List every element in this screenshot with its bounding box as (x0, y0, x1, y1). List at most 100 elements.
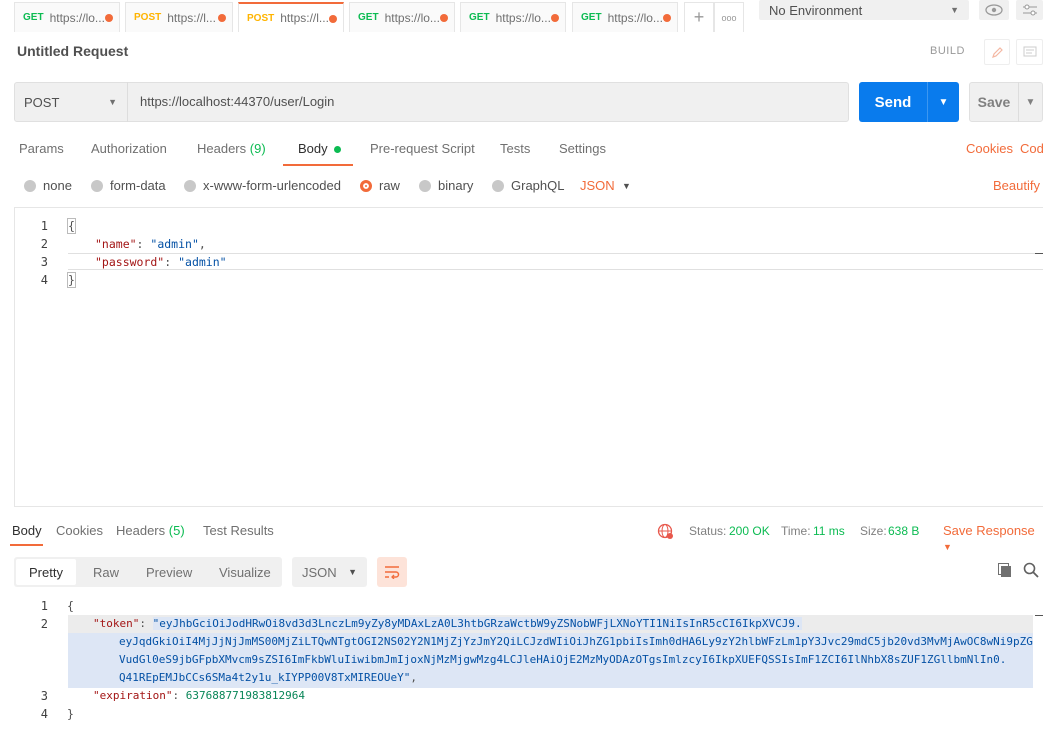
request-tab-3-active[interactable]: POST https://l... (238, 2, 344, 32)
code-line-1: { (67, 218, 76, 234)
chevron-down-icon[interactable]: ▼ (1019, 97, 1042, 108)
tab-headers[interactable]: Headers (9) (197, 141, 266, 156)
editor-scroll-marker (1035, 615, 1043, 616)
body-type-urlencoded[interactable]: x-www-form-urlencoded (184, 178, 341, 193)
wrap-lines-button[interactable] (377, 557, 407, 587)
resp-line-2-wrap1[interactable]: eyJqdGkiOiI4MjJjNjJmMS00MjZiLTQwNTgtOGI2… (119, 635, 1033, 648)
method-select[interactable]: POST ▼ (14, 82, 128, 122)
tab-overflow-button[interactable]: ooo (714, 2, 744, 32)
json-string: "admin" (178, 255, 227, 269)
tab-body[interactable]: Body (298, 141, 341, 156)
globe-icon[interactable] (657, 523, 674, 543)
code-line-2: "name": "admin", (95, 237, 206, 251)
radio-label: none (43, 178, 72, 193)
tab-headers-label: Headers (197, 141, 247, 156)
json-string[interactable]: "eyJhbGciOiJodHRwOi8vd3d3LnczLm9yZy8yMDA… (152, 617, 802, 630)
editor-scroll-marker (1035, 253, 1043, 254)
active-tab-indicator (283, 164, 353, 166)
tab-tests[interactable]: Tests (500, 141, 530, 156)
request-tab-6[interactable]: GET https://lo... (572, 2, 678, 32)
body-type-binary[interactable]: binary (419, 178, 473, 193)
tab-prerequest-script[interactable]: Pre-request Script (370, 141, 475, 156)
tab-url: https://l... (167, 10, 216, 25)
line-number: 2 (40, 617, 48, 631)
request-body-editor[interactable] (14, 207, 1043, 507)
build-mode-label[interactable]: BUILD (930, 45, 965, 57)
active-tab-indicator (10, 544, 43, 546)
response-format-select[interactable]: JSON ▼ (292, 557, 367, 587)
json-key: "expiration" (93, 689, 173, 702)
request-title[interactable]: Untitled Request (17, 43, 128, 59)
request-tab-1[interactable]: GET https://lo... (14, 2, 120, 32)
tab-body-label: Body (298, 141, 328, 156)
size-label: Size: (860, 524, 887, 538)
comments-button[interactable] (1016, 39, 1043, 65)
view-mode-raw[interactable]: Raw (93, 565, 119, 580)
resp-line-2-wrap3: Q41REpEMJbCCs6SMa4t2y1u_kIYPP00V8TxMIREO… (119, 671, 417, 684)
headers-count: (9) (249, 141, 266, 156)
chevron-down-icon: ▼ (943, 542, 952, 552)
send-button[interactable]: Send ▼ (859, 82, 959, 122)
view-mode-preview[interactable]: Preview (146, 565, 192, 580)
body-type-none[interactable]: none (24, 178, 72, 193)
radio-label: form-data (110, 178, 166, 193)
sliders-icon (1022, 4, 1037, 16)
close-brace: } (67, 707, 74, 721)
size-value[interactable]: 638 B (888, 524, 919, 538)
resp-line-2-wrap2[interactable]: VudGl0eS9jbGFpbXMvcm9sZSI6ImFkbWluIiwibm… (119, 653, 1006, 666)
edit-button[interactable] (984, 39, 1010, 65)
line-number: 1 (40, 599, 48, 613)
code-line-3: "password": "admin" (95, 255, 227, 269)
comma: , (410, 671, 418, 684)
chevron-down-icon[interactable]: ▼ (928, 97, 959, 108)
status-value[interactable]: 200 OK (729, 524, 770, 538)
line-number: 2 (40, 237, 48, 251)
view-mode-visualize[interactable]: Visualize (219, 565, 271, 580)
manage-environments-button[interactable] (1016, 0, 1043, 20)
tab-params[interactable]: Params (19, 141, 64, 156)
time-value[interactable]: 11 ms (813, 524, 845, 538)
request-tab-5[interactable]: GET https://lo... (460, 2, 566, 32)
save-response-button[interactable]: Save Response ▼ (943, 523, 1043, 553)
radio-selected-icon (360, 179, 372, 192)
view-mode-pretty[interactable]: Pretty (29, 565, 63, 580)
json-key: "password" (95, 255, 165, 269)
save-label: Save (977, 94, 1011, 110)
beautify-link[interactable]: Beautify (993, 178, 1040, 193)
cookies-link[interactable]: Cookies (966, 141, 1013, 156)
colon: : (164, 255, 179, 269)
search-icon[interactable] (1023, 562, 1039, 581)
tab-settings[interactable]: Settings (559, 141, 606, 156)
unsaved-dot-icon (663, 14, 671, 22)
body-type-raw[interactable]: raw (360, 178, 400, 193)
body-type-form-data[interactable]: form-data (91, 178, 166, 193)
json-string[interactable]: Q41REpEMJbCCs6SMa4t2y1u_kIYPP00V8TxMIREO… (119, 671, 411, 684)
chevron-down-icon[interactable]: ▼ (622, 181, 631, 191)
save-button[interactable]: Save ▼ (969, 82, 1043, 122)
radio-label: binary (438, 178, 474, 193)
unsaved-dot-icon (105, 14, 113, 22)
request-tab-4[interactable]: GET https://lo... (349, 2, 455, 32)
environment-select[interactable]: No Environment ▼ (759, 0, 969, 20)
request-tab-2[interactable]: POST https://l... (125, 2, 233, 32)
colon: : (172, 689, 186, 702)
eye-icon (985, 4, 1003, 16)
response-tab-test-results[interactable]: Test Results (203, 523, 274, 538)
copy-icon[interactable] (997, 562, 1013, 581)
response-headers-label: Headers (116, 523, 166, 538)
response-tab-headers[interactable]: Headers (5) (116, 523, 185, 538)
radio-icon (24, 179, 36, 192)
body-type-graphql[interactable]: GraphQL (492, 178, 564, 193)
tab-authorization[interactable]: Authorization (91, 141, 167, 156)
response-tab-body[interactable]: Body (12, 523, 42, 538)
response-tab-cookies[interactable]: Cookies (56, 523, 103, 538)
radio-icon (184, 179, 196, 192)
raw-format-select[interactable]: JSON (580, 178, 615, 193)
url-input[interactable]: https://localhost:44370/user/Login (140, 94, 334, 109)
new-tab-button[interactable]: + (684, 2, 714, 32)
unsaved-dot-icon (440, 14, 448, 22)
tab-url: https://l... (280, 11, 329, 25)
json-number: 637688771983812964 (185, 689, 305, 702)
code-link[interactable]: Cod (1020, 141, 1043, 156)
environment-quick-look-button[interactable] (979, 0, 1009, 20)
